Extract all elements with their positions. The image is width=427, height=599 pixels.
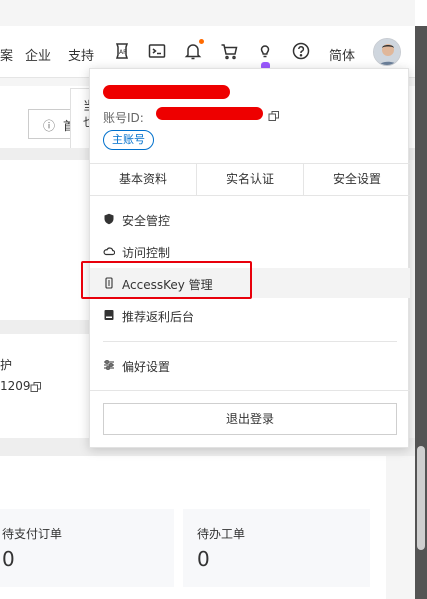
background-panel-2: 护 1209 bbox=[0, 334, 90, 438]
bell-icon[interactable] bbox=[183, 41, 203, 61]
menu-divider bbox=[103, 341, 397, 342]
copy-icon[interactable] bbox=[30, 381, 42, 393]
stat-card-pending-tickets[interactable]: 待办工单 0 bbox=[183, 509, 370, 587]
redacted-account-name bbox=[103, 85, 230, 99]
menu-item-label: 推荐返利后台 bbox=[122, 310, 195, 324]
menu-item-label: 访问控制 bbox=[122, 246, 171, 260]
terminal-icon[interactable] bbox=[147, 41, 167, 61]
redacted-account-id bbox=[156, 107, 263, 120]
notification-dot bbox=[199, 39, 204, 44]
stat-label: 待支付订单 bbox=[2, 527, 63, 541]
stat-value: 0 bbox=[2, 547, 15, 571]
shield-icon bbox=[103, 213, 115, 225]
stat-label: 待办工单 bbox=[197, 527, 246, 541]
avatar[interactable] bbox=[373, 38, 401, 66]
account-id-label: 账号ID: bbox=[103, 111, 144, 125]
stat-value: 0 bbox=[197, 547, 210, 571]
accesskey-highlight-annotation bbox=[81, 261, 252, 299]
book-icon bbox=[103, 309, 115, 321]
copy-icon[interactable] bbox=[268, 110, 280, 122]
tab-basic-info[interactable]: 基本资料 bbox=[90, 164, 197, 195]
sliders-icon bbox=[103, 359, 115, 371]
menu-item-label: 安全管控 bbox=[122, 214, 171, 228]
account-tabs: 基本资料 实名认证 安全设置 bbox=[90, 163, 410, 196]
background-id-text: 1209 bbox=[0, 379, 31, 393]
menu-item-label: 偏好设置 bbox=[122, 360, 171, 374]
tab-security-settings[interactable]: 安全设置 bbox=[304, 164, 410, 195]
menu-divider bbox=[90, 390, 410, 391]
account-dropdown: 账号ID: 主账号 基本资料 实名认证 安全设置 安全管控 访问控制 Acces… bbox=[89, 68, 410, 448]
api-icon[interactable]: AP bbox=[112, 41, 132, 61]
window-edge bbox=[415, 0, 427, 599]
lightbulb-icon[interactable] bbox=[255, 41, 275, 61]
main-account-badge: 主账号 bbox=[103, 130, 154, 150]
language-switch[interactable]: 简体 bbox=[329, 45, 355, 64]
help-icon[interactable] bbox=[291, 41, 311, 61]
stat-card-pending-payment[interactable]: 待支付订单 0 bbox=[0, 509, 174, 587]
menu-item-preferences[interactable]: 偏好设置 bbox=[90, 350, 410, 380]
nav-item-partial[interactable]: 案 bbox=[0, 45, 13, 64]
svg-text:AP: AP bbox=[119, 49, 127, 56]
menu-item-security-control[interactable]: 安全管控 bbox=[90, 204, 410, 234]
cart-icon[interactable] bbox=[219, 41, 239, 61]
background-text: 护 bbox=[0, 358, 13, 372]
nav-item-enterprise[interactable]: 企业 bbox=[25, 45, 51, 64]
tab-real-name-auth[interactable]: 实名认证 bbox=[197, 164, 304, 195]
menu-item-referral[interactable]: 推荐返利后台 bbox=[90, 300, 410, 330]
logout-button[interactable]: 退出登录 bbox=[103, 403, 397, 435]
cloud-icon bbox=[103, 245, 115, 257]
background-panel-1 bbox=[0, 160, 90, 320]
nav-item-support[interactable]: 支持 bbox=[68, 45, 94, 64]
